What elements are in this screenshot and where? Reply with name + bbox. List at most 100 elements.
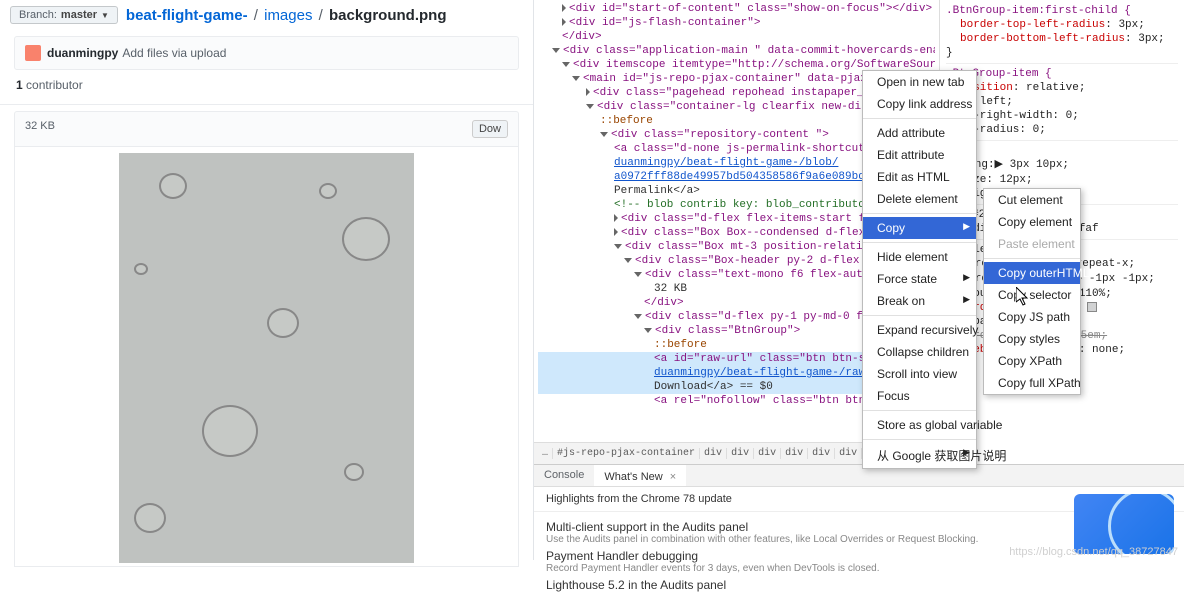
branch-selector-button[interactable]: Branch: master ▼ xyxy=(10,6,118,24)
ctx-copy-submenu[interactable]: Copy▶ xyxy=(863,217,976,239)
commit-tease-row: duanmingpy Add files via upload xyxy=(14,36,519,70)
ctx-separator xyxy=(863,315,976,316)
ctx-force-state[interactable]: Force state▶ xyxy=(863,268,976,290)
breadcrumb-item[interactable]: div xyxy=(754,448,781,459)
asteroid-icon xyxy=(267,308,299,338)
css-property[interactable]: size: 12px; xyxy=(946,173,1178,187)
asteroid-icon xyxy=(344,463,364,481)
breadcrumb-item[interactable]: div xyxy=(835,448,862,459)
tab-console[interactable]: Console xyxy=(534,465,594,486)
breadcrumb-item[interactable]: div xyxy=(808,448,835,459)
ctx-copy-styles[interactable]: Copy styles xyxy=(984,328,1080,350)
ctx-cut-element[interactable]: Cut element xyxy=(984,189,1080,211)
css-property[interactable]: er-radius: 0; xyxy=(946,123,1178,137)
context-submenu-copy: Cut element Copy element Paste element C… xyxy=(983,188,1081,395)
submenu-arrow-icon: ▶ xyxy=(963,447,970,458)
avatar-icon[interactable] xyxy=(25,45,41,61)
contributors-count: 1 xyxy=(16,78,23,92)
ctx-copy-full-xpath[interactable]: Copy full XPath xyxy=(984,372,1080,394)
css-property[interactable]: er-right-width: 0; xyxy=(946,109,1178,123)
ctx-expand-recursively[interactable]: Expand recursively xyxy=(863,319,976,341)
close-icon[interactable]: × xyxy=(670,471,676,483)
caret-down-icon: ▼ xyxy=(101,11,109,20)
submenu-arrow-icon: ▶ xyxy=(963,272,970,283)
branch-label: Branch: xyxy=(19,9,57,21)
tab-label: What's New xyxy=(604,471,662,483)
ctx-edit-attribute[interactable]: Edit attribute xyxy=(863,144,976,166)
whatsnew-item-sub: Record Payment Handler events for 3 days… xyxy=(546,563,1172,574)
ctx-store-global[interactable]: Store as global variable xyxy=(863,414,976,436)
ctx-delete-element[interactable]: Delete element xyxy=(863,188,976,210)
asteroid-icon xyxy=(342,217,390,261)
ctx-separator xyxy=(863,213,976,214)
ctx-separator xyxy=(863,439,976,440)
submenu-arrow-icon: ▶ xyxy=(963,221,970,232)
branch-row: Branch: master ▼ beat-flight-game- / ima… xyxy=(0,0,533,26)
whatsnew-item-title[interactable]: Lighthouse 5.2 in the Audits panel xyxy=(546,578,1172,592)
ctx-copy-link-address[interactable]: Copy link address xyxy=(863,93,976,115)
breadcrumb-ellipsis[interactable]: … xyxy=(538,448,553,459)
ctx-collapse-children[interactable]: Collapse children xyxy=(863,341,976,363)
ctx-copy-selector[interactable]: Copy selector xyxy=(984,284,1080,306)
breadcrumb-repo[interactable]: beat-flight-game- xyxy=(126,7,248,24)
tab-whats-new[interactable]: What's New × xyxy=(594,465,686,486)
ctx-add-attribute[interactable]: Add attribute xyxy=(863,122,976,144)
asteroid-icon xyxy=(134,503,166,533)
chrome-logo-icon xyxy=(1074,494,1174,554)
css-property[interactable]: t: left; xyxy=(946,95,1178,109)
ctx-paste-element: Paste element xyxy=(984,233,1080,255)
image-preview-box xyxy=(14,147,519,567)
ctx-break-on[interactable]: Break on▶ xyxy=(863,290,976,312)
asteroid-icon xyxy=(134,263,148,275)
submenu-arrow-icon: ▶ xyxy=(963,294,970,305)
breadcrumb-item[interactable]: div xyxy=(781,448,808,459)
ctx-copy-xpath[interactable]: Copy XPath xyxy=(984,350,1080,372)
breadcrumb-item[interactable]: div xyxy=(727,448,754,459)
ctx-copy-outerhtml[interactable]: Copy outerHTML xyxy=(984,262,1080,284)
ctx-focus[interactable]: Focus xyxy=(863,385,976,407)
github-page: Branch: master ▼ beat-flight-game- / ima… xyxy=(0,0,534,560)
breadcrumb-item[interactable]: #js-repo-pjax-container xyxy=(553,448,700,459)
css-property[interactable]: position: relative; xyxy=(946,81,1178,95)
commit-message[interactable]: Add files via upload xyxy=(122,46,226,60)
ctx-separator xyxy=(863,242,976,243)
ctx-copy-element[interactable]: Copy element xyxy=(984,211,1080,233)
dom-node[interactable]: <div id="start-of-content" class="show-o… xyxy=(538,2,935,16)
drawer-tabs: Console What's New × xyxy=(534,465,1184,487)
breadcrumb-separator: / xyxy=(254,7,258,24)
css-brace[interactable]: { xyxy=(946,144,1178,158)
breadcrumb-separator: / xyxy=(319,7,323,24)
ctx-hide-element[interactable]: Hide element xyxy=(863,246,976,268)
ctx-separator xyxy=(984,258,1080,259)
css-selector[interactable]: .BtnGroup-item { xyxy=(946,67,1178,81)
dom-node[interactable]: <div class="application-main " data-comm… xyxy=(538,44,935,58)
ctx-edit-as-html[interactable]: Edit as HTML xyxy=(863,166,976,188)
branch-name: master xyxy=(61,9,97,21)
dom-node[interactable]: </div> xyxy=(538,30,935,44)
ctx-open-new-tab[interactable]: Open in new tab xyxy=(863,71,976,93)
ctx-separator xyxy=(863,118,976,119)
css-property[interactable]: border-top-left-radius: 3px; xyxy=(946,18,1178,32)
asteroid-icon xyxy=(202,405,258,457)
ctx-separator xyxy=(863,410,976,411)
css-property[interactable]: border-bottom-left-radius: 3px; xyxy=(946,32,1178,46)
breadcrumb-file: background.png xyxy=(329,7,447,24)
breadcrumb-item[interactable]: div xyxy=(700,448,727,459)
breadcrumb: beat-flight-game- / images / background.… xyxy=(126,7,447,24)
commit-author[interactable]: duanmingpy xyxy=(47,46,118,60)
context-menu: Open in new tab Copy link address Add at… xyxy=(862,70,977,469)
ctx-google-image-info[interactable]: 从 Google 获取图片说明▶ xyxy=(863,443,976,468)
dom-node[interactable]: <div id="js-flash-container"> xyxy=(538,16,935,30)
css-property[interactable]: ing:▶ 3px 10px; xyxy=(946,158,1178,173)
ctx-scroll-into-view[interactable]: Scroll into view xyxy=(863,363,976,385)
background-png-image xyxy=(119,153,414,563)
breadcrumb-folder[interactable]: images xyxy=(264,7,312,24)
ctx-copy-js-path[interactable]: Copy JS path xyxy=(984,306,1080,328)
download-button[interactable]: Dow xyxy=(472,120,508,138)
css-selector[interactable]: .BtnGroup-item:first-child { xyxy=(946,4,1178,18)
file-info-bar: 32 KB Dow xyxy=(14,111,519,147)
contributors-label: contributor xyxy=(26,78,83,92)
contributors-row[interactable]: 1 contributor xyxy=(0,70,533,105)
asteroid-icon xyxy=(159,173,187,199)
asteroid-icon xyxy=(319,183,337,199)
